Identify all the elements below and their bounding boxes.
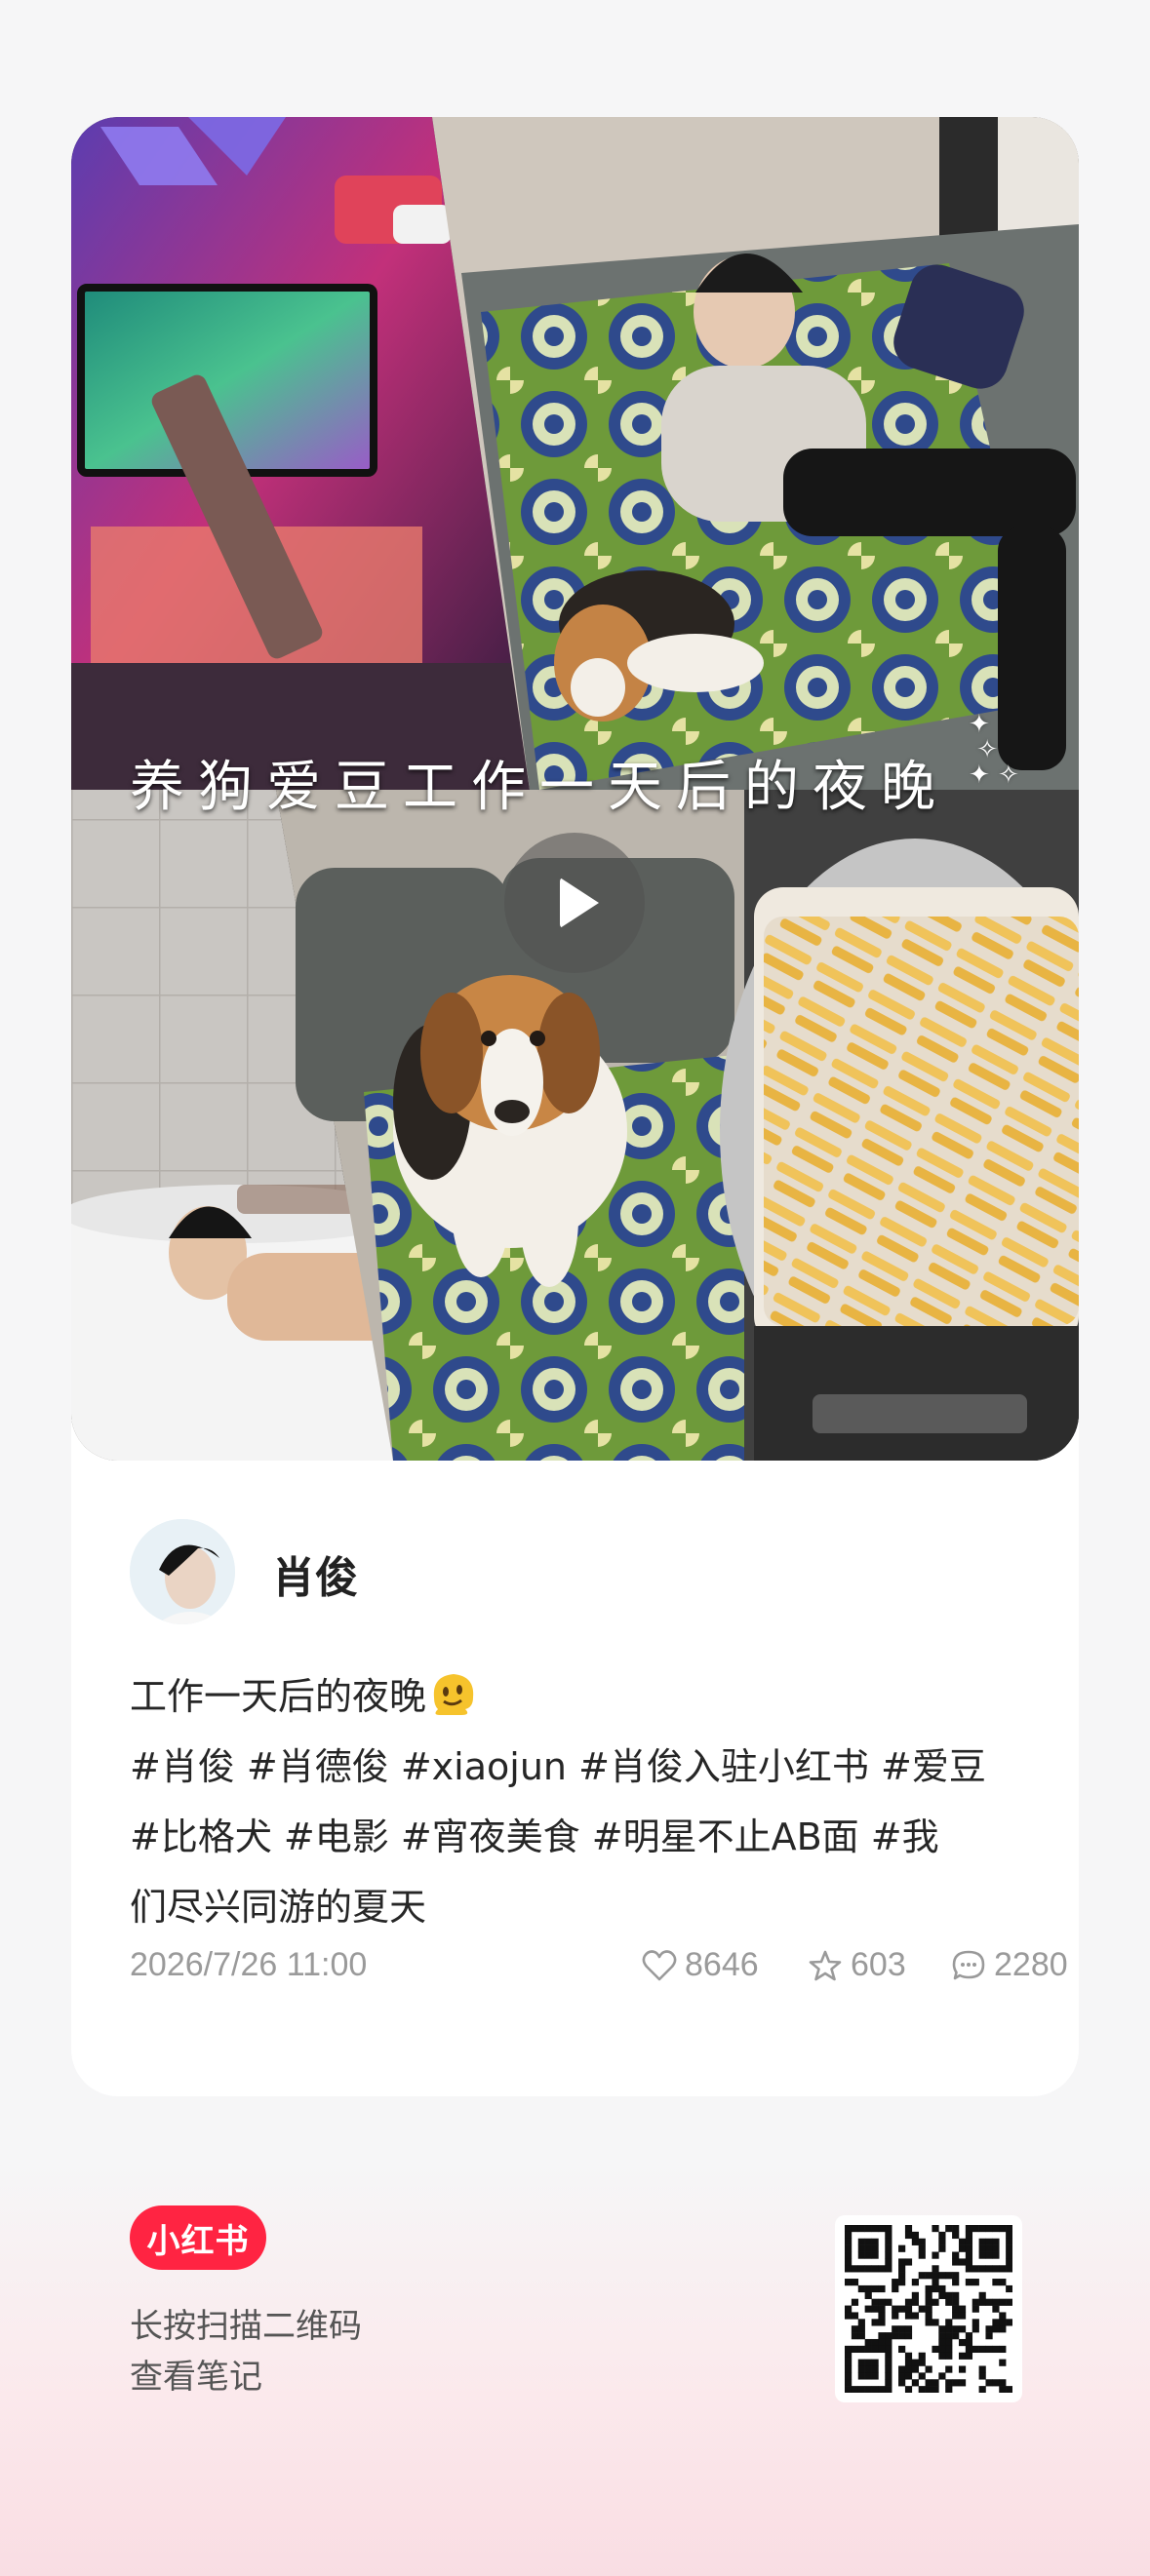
melting-face-emoji-icon	[433, 1674, 474, 1715]
post-date: 2026/7/26 11:00	[130, 1946, 368, 1983]
post-meta-row: 2026/7/26 11:00 8646 603 2280	[130, 1942, 1068, 1991]
post-card: 养狗爱豆工作一天后的夜晚 ✦ ✧ ✦ ✧ 肖俊 工作一天后的夜晚 #肖俊 #肖德俊…	[71, 117, 1079, 2096]
scan-hint-line: 长按扫描二维码	[130, 2307, 362, 2346]
post-hashtags-line[interactable]: #肖俊 #肖德俊 #xiaojun #肖俊入驻小红书 #爱豆	[130, 1732, 1027, 1802]
like-count[interactable]: 8646	[642, 1946, 759, 1984]
post-body: 工作一天后的夜晚 #肖俊 #肖德俊 #xiaojun #肖俊入驻小红书 #爱豆 …	[130, 1661, 1027, 1942]
like-count-value: 8646	[685, 1946, 759, 1983]
post-title-text: 工作一天后的夜晚	[130, 1675, 427, 1718]
heart-icon	[642, 1949, 677, 1980]
scan-hint-line: 查看笔记	[130, 2358, 262, 2397]
scan-hint: 长按扫描二维码 查看笔记	[130, 2301, 362, 2402]
author-name[interactable]: 肖俊	[272, 1542, 358, 1605]
comment-count-value: 2280	[994, 1946, 1068, 1983]
post-title-line: 工作一天后的夜晚	[130, 1661, 1027, 1732]
post-hashtags-line[interactable]: #比格犬 #电影 #宵夜美食 #明星不止AB面 #我	[130, 1802, 1027, 1872]
play-button[interactable]	[504, 833, 645, 973]
post-hashtags-line[interactable]: 们尽兴同游的夏天	[130, 1872, 1027, 1942]
qr-code[interactable]	[835, 2215, 1022, 2402]
collect-count[interactable]: 603	[808, 1946, 906, 1984]
avatar-image	[130, 1519, 235, 1624]
comment-count[interactable]: 2280	[951, 1946, 1068, 1984]
qr-code-image	[845, 2225, 1013, 2394]
play-icon	[560, 878, 599, 928]
comment-bubble-icon	[952, 1950, 985, 1979]
post-video-cover[interactable]: 养狗爱豆工作一天后的夜晚 ✦ ✧ ✦ ✧	[71, 117, 1079, 1461]
collect-count-value: 603	[851, 1946, 906, 1983]
xiaohongshu-logo: 小红书	[130, 2205, 266, 2270]
star-icon	[809, 1950, 842, 1980]
video-cover-caption: 养狗爱豆工作一天后的夜晚	[130, 756, 949, 819]
author-avatar[interactable]	[130, 1519, 235, 1624]
sparkle-decoration-icon: ✦ ✧ ✦ ✧	[969, 710, 1019, 790]
